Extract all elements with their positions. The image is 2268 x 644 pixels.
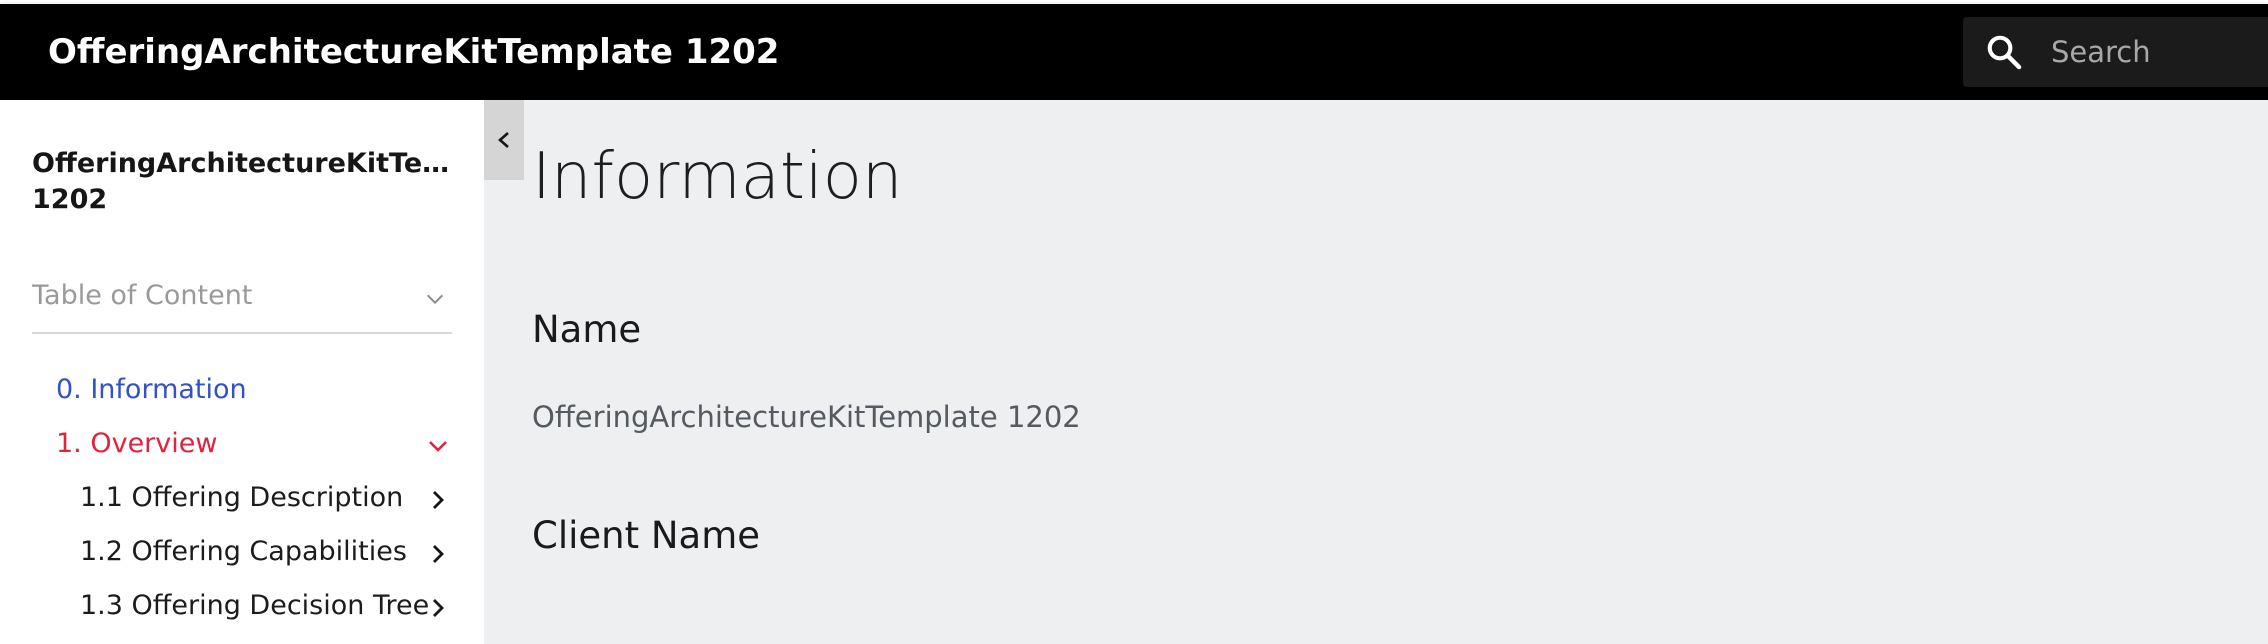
app-title[interactable]: OfferingArchitectureKitTemplate 1202 [48, 4, 779, 100]
chevron-right-icon[interactable] [426, 542, 450, 566]
sidebar-title-line2: 1202 [32, 184, 108, 215]
main-content: Information Name OfferingArchitectureKit… [484, 100, 2268, 644]
top-header-bar: OfferingArchitectureKitTemplate 1202 [0, 4, 2268, 100]
sidebar: OfferingArchitectureKitTempl... 1202 Tab… [0, 100, 484, 644]
chevron-right-icon[interactable] [426, 596, 450, 620]
field-label-client-name: Client Name [532, 514, 761, 557]
search-input[interactable] [2051, 17, 2261, 87]
field-label-name: Name [532, 308, 642, 351]
nav-item-label: 1. Overview [56, 428, 218, 459]
nav-item-label: 0. Information [56, 374, 247, 405]
chevron-left-icon [498, 132, 509, 148]
sidebar-title-line1: OfferingArchitectureKitTempl... [32, 148, 462, 179]
toc-dropdown[interactable]: Table of Content [32, 268, 452, 334]
chevron-down-icon [426, 294, 444, 305]
nav-item-offering-capabilities[interactable]: 1.2 Offering Capabilities [32, 528, 462, 578]
nav-item-offering-decision-tree[interactable]: 1.3 Offering Decision Tree [32, 582, 462, 632]
search-icon[interactable] [1985, 33, 2023, 71]
field-value-name: OfferingArchitectureKitTemplate 1202 [532, 400, 1081, 434]
toc-label: Table of Content [32, 280, 253, 311]
sidebar-title: OfferingArchitectureKitTempl... 1202 [32, 146, 462, 218]
nav-item-overview[interactable]: 1. Overview [32, 420, 462, 470]
collapse-sidebar-button[interactable] [484, 100, 524, 180]
search-box[interactable] [1963, 17, 2268, 87]
chevron-down-icon[interactable] [426, 434, 450, 458]
nav-item-label: 1.2 Offering Capabilities [80, 536, 407, 567]
nav-item-information[interactable]: 0. Information [32, 366, 462, 416]
nav-item-label: 1.1 Offering Description [80, 482, 404, 513]
chevron-right-icon[interactable] [426, 488, 450, 512]
nav-item-offering-description[interactable]: 1.1 Offering Description [32, 474, 462, 524]
nav-item-label: 1.3 Offering Decision Tree [80, 590, 430, 621]
page-title: Information [532, 140, 903, 214]
